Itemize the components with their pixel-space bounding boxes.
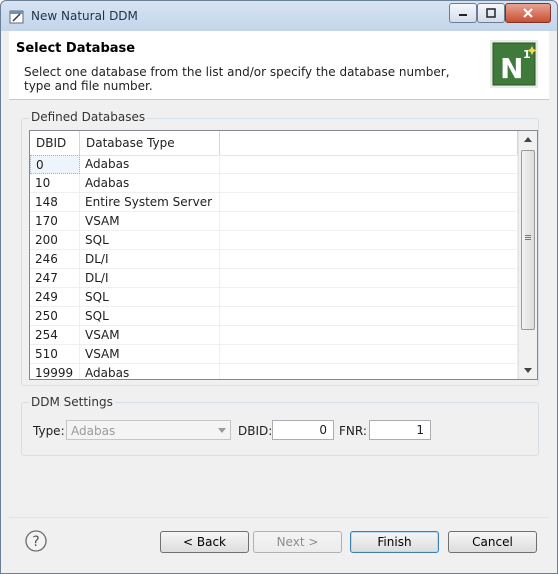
column-header-empty (220, 131, 518, 155)
table-row[interactable]: 200 SQL (30, 231, 518, 250)
chevron-down-icon (218, 428, 226, 433)
table-row[interactable]: 249 SQL (30, 288, 518, 307)
page-description: Select one database from the list and/or… (24, 65, 450, 93)
cell-empty (220, 193, 518, 212)
cell-dbid: 148 (30, 193, 80, 212)
maximize-icon (486, 8, 496, 18)
fnr-label: FNR: (339, 424, 367, 438)
cell-database-type: SQL (80, 288, 220, 307)
cell-dbid: 19999 (30, 364, 80, 379)
type-select-value: Adabas (71, 424, 116, 438)
cell-database-type: VSAM (80, 326, 220, 345)
table-header: DBID Database Type (30, 131, 518, 156)
back-button[interactable]: < Back (160, 531, 249, 553)
cancel-button[interactable]: Cancel (448, 531, 537, 553)
cell-dbid: 510 (30, 345, 80, 364)
table-row[interactable]: 247 DL/I (30, 269, 518, 288)
cell-database-type: SQL (80, 307, 220, 326)
cell-dbid: 247 (30, 269, 80, 288)
table-row[interactable]: 510 VSAM (30, 345, 518, 364)
title-bar[interactable]: New Natural DDM (1, 1, 557, 31)
column-header-dbid[interactable]: DBID (30, 131, 80, 155)
minimize-icon (459, 14, 467, 16)
cell-empty (220, 326, 518, 345)
finish-button[interactable]: Finish (350, 531, 439, 553)
wizard-header: Select Database Select one database from… (9, 31, 549, 100)
table-row[interactable]: 0 Adabas (30, 155, 518, 174)
svg-text:N: N (500, 52, 523, 85)
cell-empty (220, 155, 518, 174)
fnr-field[interactable]: 1 (369, 420, 431, 440)
table-row[interactable]: 148 Entire System Server (30, 193, 518, 212)
cell-database-type: Adabas (80, 364, 220, 379)
cell-empty (220, 288, 518, 307)
type-select[interactable]: Adabas (66, 420, 231, 440)
cell-database-type: DL/I (80, 269, 220, 288)
column-header-database-type[interactable]: Database Type (80, 131, 220, 155)
cell-database-type: VSAM (80, 345, 220, 364)
table-row[interactable]: 19999 Adabas (30, 364, 518, 379)
scroll-up-icon (524, 137, 532, 142)
close-button[interactable] (505, 3, 551, 23)
help-icon[interactable]: ? (25, 530, 47, 552)
cell-empty (220, 307, 518, 326)
table-row[interactable]: 10 Adabas (30, 174, 518, 193)
cell-database-type: Adabas (80, 155, 220, 174)
table-row[interactable]: 250 SQL (30, 307, 518, 326)
cell-empty (220, 364, 518, 379)
cell-database-type: Entire System Server (80, 193, 220, 212)
cell-empty (220, 345, 518, 364)
cell-database-type: SQL (80, 231, 220, 250)
table-row[interactable]: 246 DL/I (30, 250, 518, 269)
table-row[interactable]: 170 VSAM (30, 212, 518, 231)
natural-logo-icon: N 1 (490, 40, 538, 88)
cell-empty (220, 231, 518, 250)
cell-dbid: 10 (30, 174, 80, 193)
window-title: New Natural DDM (31, 9, 138, 23)
next-button[interactable]: Next > (253, 531, 342, 553)
table-row[interactable]: 254 VSAM (30, 326, 518, 345)
cell-dbid: 250 (30, 307, 80, 326)
svg-text:?: ? (32, 534, 39, 550)
minimize-button[interactable] (449, 3, 477, 23)
vertical-scrollbar[interactable] (518, 131, 537, 379)
cell-database-type: VSAM (80, 212, 220, 231)
cell-database-type: DL/I (80, 250, 220, 269)
cell-dbid: 200 (30, 231, 80, 250)
database-table[interactable]: DBID Database Type 0 Adabas 10 Adabas 148 Ent… (29, 130, 538, 380)
cell-dbid: 246 (30, 250, 80, 269)
page-title: Select Database (16, 41, 136, 56)
cell-dbid: 0 (30, 155, 80, 174)
ddm-settings-label: DDM Settings (29, 395, 115, 409)
dbid-label: DBID: (238, 424, 273, 438)
app-icon (9, 10, 24, 24)
dialog-window: New Natural DDM Select Database Select o… (0, 0, 558, 574)
type-label: Type: (33, 424, 65, 438)
cell-database-type: Adabas (80, 174, 220, 193)
scroll-down-icon (524, 368, 532, 373)
scroll-thumb[interactable] (521, 150, 535, 330)
cell-empty (220, 212, 518, 231)
cell-empty (220, 174, 518, 193)
cell-dbid: 254 (30, 326, 80, 345)
cell-dbid: 170 (30, 212, 80, 231)
maximize-button[interactable] (477, 3, 505, 23)
cell-empty (220, 250, 518, 269)
cell-empty (220, 269, 518, 288)
scroll-up-button[interactable] (519, 131, 537, 148)
defined-databases-label: Defined Databases (29, 110, 148, 124)
scroll-down-button[interactable] (519, 362, 537, 379)
footer-divider (9, 517, 549, 518)
dbid-field[interactable]: 0 (272, 420, 334, 440)
wizard-content: Defined Databases DBID Database Type 0 Ad… (9, 100, 549, 510)
cell-dbid: 249 (30, 288, 80, 307)
close-icon (523, 8, 533, 18)
